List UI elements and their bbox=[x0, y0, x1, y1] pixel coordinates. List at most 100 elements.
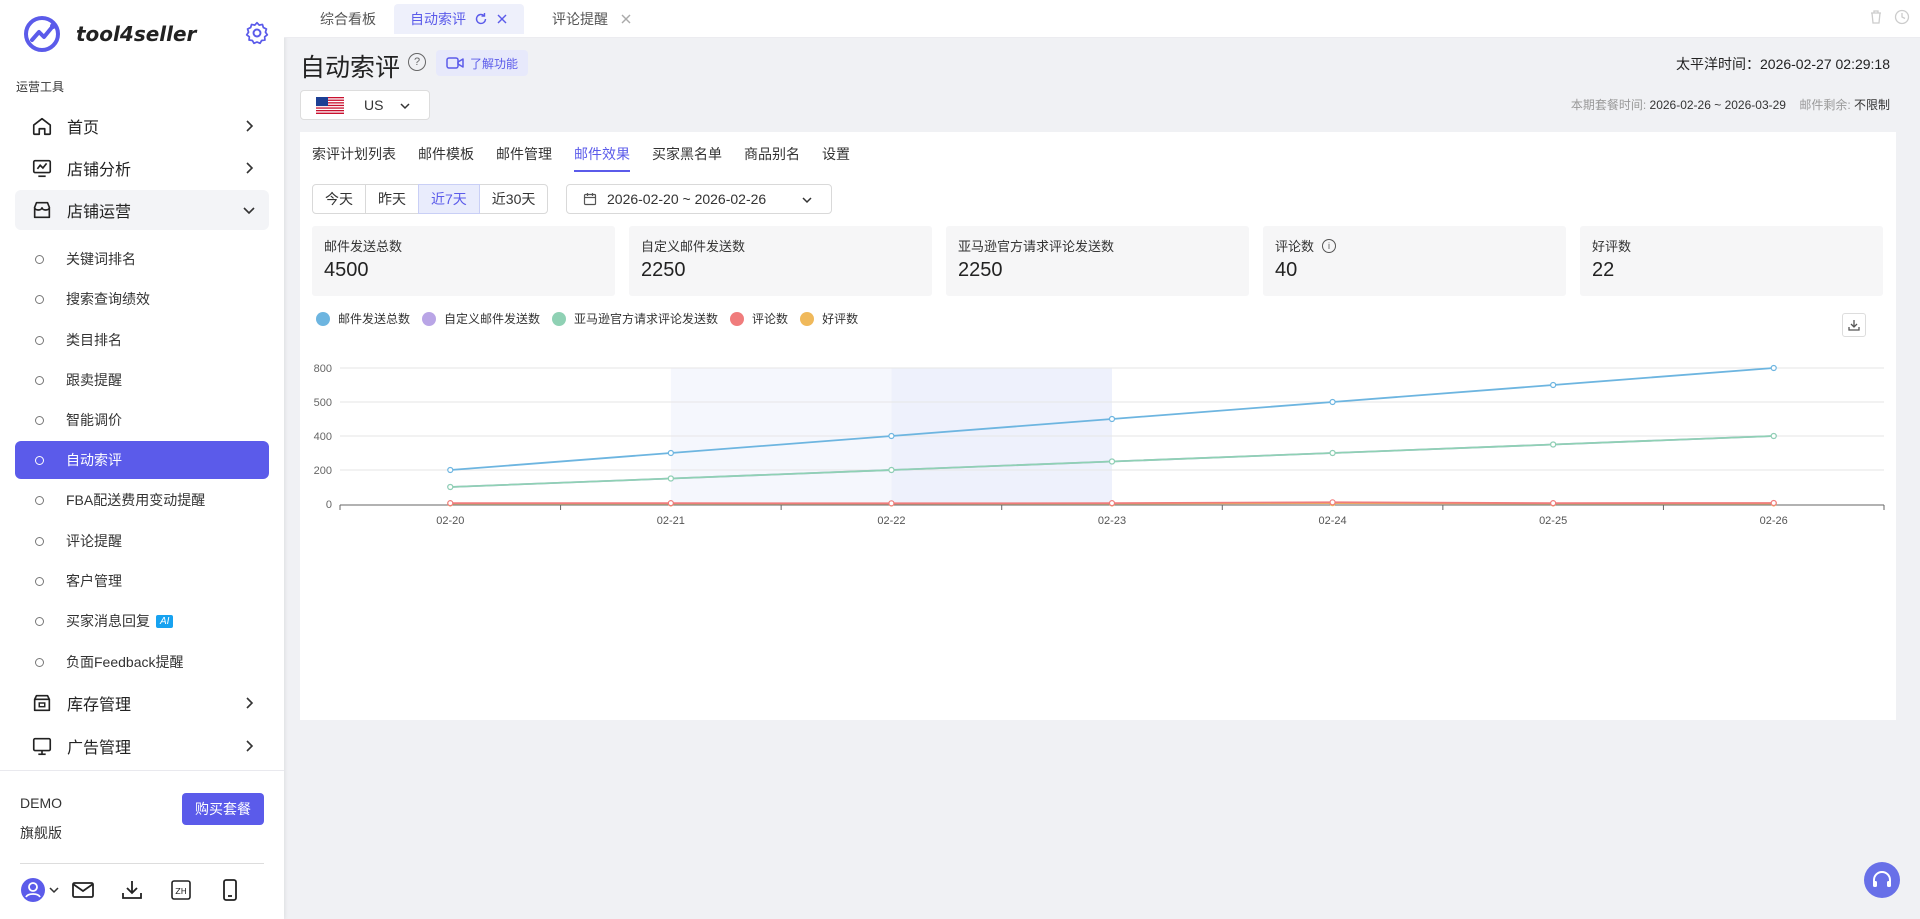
tab-label: 评论提醒 bbox=[552, 11, 608, 27]
sidebar-sub-label: 搜索查询绩效 bbox=[66, 291, 150, 307]
bullet-icon bbox=[35, 415, 44, 425]
sidebar-sub-buyer-message[interactable]: 买家消息回复 AI bbox=[15, 602, 269, 640]
data-point bbox=[667, 500, 674, 507]
sidebar-sub-keyword-ranking[interactable]: 关键词排名 bbox=[15, 240, 269, 278]
ai-badge: AI bbox=[156, 614, 174, 628]
clock-icon[interactable] bbox=[1894, 9, 1910, 25]
sidebar-sub-label: 智能调价 bbox=[66, 412, 122, 428]
range-30days-button[interactable]: 近30天 bbox=[478, 184, 549, 214]
subtab-email-management[interactable]: 邮件管理 bbox=[496, 144, 552, 172]
legend-item[interactable]: 评论数 bbox=[730, 310, 788, 327]
data-point bbox=[1329, 499, 1336, 506]
range-7days-button[interactable]: 近7天 bbox=[418, 184, 480, 214]
x-tick-label: 02-21 bbox=[657, 515, 685, 527]
sidebar-item-label: 首页 bbox=[67, 120, 100, 137]
subtab-settings[interactable]: 设置 bbox=[822, 144, 850, 172]
download-icon[interactable] bbox=[119, 877, 145, 903]
plan-period-info: 本期套餐时间: 2026-02-26 ~ 2026-03-29 邮件剩余: 不限… bbox=[1571, 96, 1890, 113]
sidebar-sub-label: 买家消息回复 bbox=[66, 613, 150, 629]
data-point bbox=[1329, 398, 1336, 406]
learn-feature-button[interactable]: 了解功能 bbox=[436, 50, 529, 76]
range-yesterday-button[interactable]: 昨天 bbox=[365, 184, 419, 214]
data-point bbox=[447, 483, 454, 491]
close-icon[interactable] bbox=[620, 13, 632, 25]
x-tick-label: 02-22 bbox=[877, 515, 905, 527]
stat-reviews: 评论数 i 40 bbox=[1263, 226, 1566, 296]
data-point bbox=[447, 500, 454, 507]
sidebar-sub-negative-feedback[interactable]: 负面Feedback提醒 bbox=[15, 643, 269, 681]
sidebar-sub-customer-management[interactable]: 客户管理 bbox=[15, 562, 269, 600]
close-icon[interactable] bbox=[496, 13, 508, 25]
legend-label: 评论数 bbox=[752, 312, 789, 326]
download-icon bbox=[1848, 320, 1860, 331]
language-icon[interactable]: ZH bbox=[168, 877, 194, 903]
tab-bar: 综合看板 自动索评 评论提醒 bbox=[284, 0, 1920, 38]
range-button-group: 今天 昨天 近7天 近30天 bbox=[312, 184, 549, 214]
sidebar-sub-label: 负面Feedback提醒 bbox=[66, 654, 184, 670]
sidebar-sub-label: 类目排名 bbox=[66, 332, 122, 348]
logo-row: tool4seller bbox=[0, 0, 284, 68]
sidebar-sub-auto-review[interactable]: 自动索评 bbox=[15, 441, 269, 479]
sidebar-sub-label: 跟卖提醒 bbox=[66, 372, 122, 388]
data-point bbox=[1550, 500, 1557, 507]
tab-review-alert[interactable]: 评论提醒 bbox=[536, 4, 648, 34]
stat-label: 邮件发送总数 bbox=[324, 239, 403, 254]
main-card: 索评计划列表 邮件模板 邮件管理 邮件效果 买家黑名单 商品别名 设置 今天 昨… bbox=[300, 132, 1896, 720]
sidebar-item-store-analysis[interactable]: 店铺分析 bbox=[15, 148, 269, 188]
legend-item[interactable]: 自定义邮件发送数 bbox=[422, 310, 540, 327]
subtab-plan-list[interactable]: 索评计划列表 bbox=[312, 144, 396, 172]
stat-label-row: 评论数 i bbox=[1275, 236, 1554, 255]
gear-icon[interactable] bbox=[244, 20, 270, 46]
mail-icon[interactable] bbox=[70, 877, 96, 903]
sidebar-sub-hijack-alert[interactable]: 跟卖提醒 bbox=[15, 361, 269, 399]
sidebar-item-home[interactable]: 首页 bbox=[15, 106, 269, 146]
support-button[interactable] bbox=[1864, 862, 1900, 898]
legend-item[interactable]: 亚马逊官方请求评论发送数 bbox=[552, 310, 718, 327]
data-point bbox=[667, 475, 674, 482]
bullet-icon bbox=[35, 294, 44, 304]
plan-name: DEMO bbox=[20, 795, 62, 811]
mobile-icon[interactable] bbox=[217, 877, 243, 903]
stat-value: 22 bbox=[1592, 259, 1615, 281]
market-select[interactable]: US bbox=[300, 90, 430, 120]
sidebar-sub-label: 关键词排名 bbox=[66, 251, 136, 267]
date-range-picker[interactable]: 2026-02-20 ~ 2026-02-26 bbox=[566, 184, 832, 214]
user-avatar-icon[interactable] bbox=[20, 877, 60, 903]
sidebar-sub-review-alert[interactable]: 评论提醒 bbox=[15, 522, 269, 560]
legend-item[interactable]: 好评数 bbox=[800, 310, 858, 327]
x-tick-label: 02-25 bbox=[1539, 515, 1567, 527]
subtab-email-templates[interactable]: 邮件模板 bbox=[418, 144, 474, 172]
range-today-button[interactable]: 今天 bbox=[312, 184, 366, 214]
tab-auto-review[interactable]: 自动索评 bbox=[394, 4, 524, 34]
sidebar-item-inventory[interactable]: 库存管理 bbox=[15, 683, 269, 723]
sidebar-sub-label: 客户管理 bbox=[66, 573, 122, 589]
sidebar-sub-category-ranking[interactable]: 类目排名 bbox=[15, 321, 269, 359]
bullet-icon bbox=[35, 335, 44, 345]
bullet-icon bbox=[35, 375, 44, 385]
store-icon bbox=[33, 201, 51, 219]
period-value: 2026-02-26 ~ 2026-03-29 bbox=[1649, 98, 1786, 112]
tab-dashboard[interactable]: 综合看板 bbox=[304, 4, 392, 34]
sidebar-item-ads[interactable]: 广告管理 bbox=[15, 726, 269, 766]
trash-icon[interactable] bbox=[1868, 9, 1884, 25]
sidebar-item-store-operations[interactable]: 店铺运营 bbox=[15, 190, 269, 230]
sidebar-sub-search-performance[interactable]: 搜索查询绩效 bbox=[15, 280, 269, 318]
buy-plan-button[interactable]: 购买套餐 bbox=[182, 793, 264, 825]
subtab-email-effect[interactable]: 邮件效果 bbox=[574, 144, 630, 172]
stat-value: 4500 bbox=[324, 259, 369, 281]
legend-item[interactable]: 邮件发送总数 bbox=[316, 310, 410, 327]
sidebar-sub-smart-pricing[interactable]: 智能调价 bbox=[15, 401, 269, 439]
us-flag-icon bbox=[316, 96, 344, 114]
bullet-icon bbox=[35, 495, 44, 505]
bullet-icon bbox=[35, 455, 44, 465]
language-label: ZH bbox=[175, 887, 187, 896]
sidebar-sub-fba-fee-alert[interactable]: FBA配送费用变动提醒 bbox=[15, 481, 269, 519]
help-icon[interactable]: ? bbox=[408, 53, 426, 71]
subtab-product-alias[interactable]: 商品别名 bbox=[744, 144, 800, 172]
bullet-icon bbox=[35, 616, 44, 626]
subtab-buyer-blacklist[interactable]: 买家黑名单 bbox=[652, 144, 722, 172]
info-icon[interactable]: i bbox=[1322, 238, 1337, 253]
chevron-down-icon bbox=[243, 207, 255, 215]
refresh-icon[interactable] bbox=[474, 12, 488, 26]
tab-label: 自动索评 bbox=[410, 11, 466, 27]
